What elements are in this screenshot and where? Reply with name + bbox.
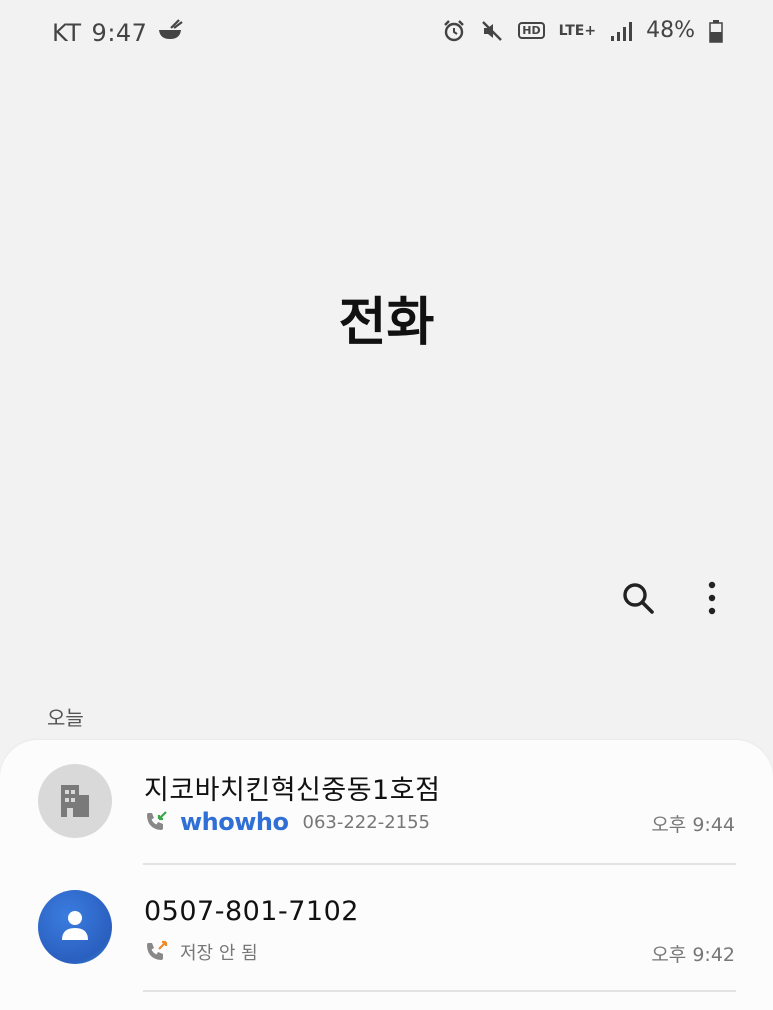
list-divider [143,990,736,992]
call-details: whowho 063-222-2155 [144,808,430,836]
search-button[interactable] [610,572,666,628]
status-right: HD LTE+ 48% [442,18,723,43]
contact-name: 0507-801-7102 [144,896,359,927]
call-log-item[interactable]: 지코바치킨혁신중동1호점 whowho 063-222-2155 오후 9:44 [0,740,773,860]
call-log-item[interactable]: 0507-801-7102 저장 안 됨 오후 9:42 [0,866,773,986]
page-title: 전화 [338,293,435,353]
battery-percent: 48% [646,18,695,43]
building-icon [57,779,93,823]
call-time: 오후 9:42 [651,944,735,966]
more-vertical-icon [707,580,717,620]
unsaved-label: 저장 안 됨 [180,943,258,964]
call-details: 저장 안 됨 [144,938,258,966]
alarm-icon [442,19,466,43]
hd-voice-icon: HD [518,22,545,39]
person-icon [59,908,91,946]
mute-icon [480,19,504,43]
more-options-button[interactable] [684,572,740,628]
status-left: KT 9:47 [52,18,184,48]
outgoing-call-icon [144,940,168,964]
whowho-logo: whowho [180,808,289,836]
contact-avatar[interactable] [38,890,112,964]
lte-indicator: LTE+ [558,22,597,39]
section-label-today: 오늘 [47,706,84,730]
list-divider [143,863,736,865]
status-bar: KT 9:47 HD LTE+ 48% [0,0,773,66]
caller-number: 063-222-2155 [302,811,431,833]
call-time: 오후 9:44 [651,814,735,836]
carrier-label: KT [52,19,82,47]
clock: 9:47 [91,19,148,47]
signal-icon [610,20,633,42]
food-bowl-icon [157,18,184,48]
incoming-call-icon [144,810,168,834]
battery-icon [709,19,723,43]
search-icon [620,580,656,620]
call-log-list: 지코바치킨혁신중동1호점 whowho 063-222-2155 오후 9:44… [0,740,773,1010]
contact-name: 지코바치킨혁신중동1호점 [144,775,441,806]
business-avatar[interactable] [38,764,112,838]
